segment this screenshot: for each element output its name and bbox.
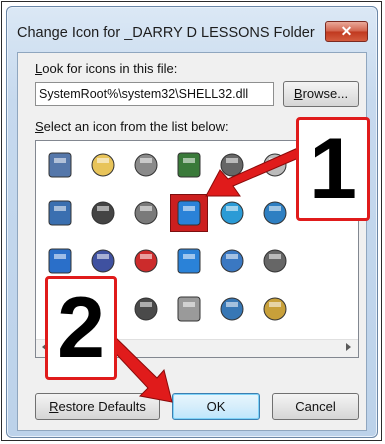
floppy-computer-icon[interactable] xyxy=(85,243,121,279)
blank-document-icon[interactable] xyxy=(42,147,78,183)
cancel-button[interactable]: Cancel xyxy=(272,393,359,420)
icon-file-path-input[interactable]: SystemRoot%\system32\SHELL32.dll xyxy=(35,82,274,106)
restore-defaults-button[interactable]: Restore Defaults xyxy=(35,393,160,420)
select-icon-label-text: elect an icon from the list below: xyxy=(43,119,229,134)
network-drive-icon[interactable] xyxy=(85,195,121,231)
computer-icon[interactable] xyxy=(128,291,164,327)
memory-chip-icon[interactable] xyxy=(171,147,207,183)
browse-label: rowse... xyxy=(302,86,349,101)
select-icon-label-accesskey: S xyxy=(35,119,44,134)
internet-globe-icon[interactable] xyxy=(170,194,208,232)
monitor-icon[interactable] xyxy=(214,291,250,327)
control-panel-icon[interactable] xyxy=(257,195,293,231)
search-icon[interactable] xyxy=(257,243,293,279)
restore-label: estore Defaults xyxy=(58,399,146,414)
step-2-callout: 2 xyxy=(45,276,117,380)
step-1-callout: 1 xyxy=(296,117,370,221)
close-button[interactable]: ✕ xyxy=(325,21,368,42)
network-users-icon[interactable] xyxy=(214,243,250,279)
globe-cursor-icon[interactable] xyxy=(171,243,207,279)
look-for-label-text: ook for icons in this file: xyxy=(42,61,178,76)
scroll-right-arrow-icon[interactable] xyxy=(346,343,351,351)
browse-accesskey: B xyxy=(293,86,303,101)
window-icon[interactable] xyxy=(42,243,78,279)
browse-button[interactable]: Browse... xyxy=(283,81,359,107)
cd-drive-icon[interactable] xyxy=(257,147,293,183)
printer-icon[interactable] xyxy=(214,147,250,183)
ok-button[interactable]: OK xyxy=(172,393,260,420)
folder-icon[interactable] xyxy=(85,147,121,183)
look-for-label: Look for icons in this file: xyxy=(35,61,177,76)
dialog-title: Change Icon for _DARRY D LESSONS Folder xyxy=(17,25,315,41)
disconnected-drive-icon[interactable] xyxy=(128,243,164,279)
select-icon-label: Select an icon from the list below: xyxy=(35,119,229,134)
dvd-drive-icon[interactable] xyxy=(171,291,207,327)
text-document-icon[interactable] xyxy=(42,195,78,231)
removable-drive-icon[interactable] xyxy=(128,195,164,231)
network-globe-icon[interactable] xyxy=(214,195,250,231)
calculator-icon[interactable] xyxy=(257,291,293,327)
hard-drive-icon[interactable] xyxy=(128,147,164,183)
